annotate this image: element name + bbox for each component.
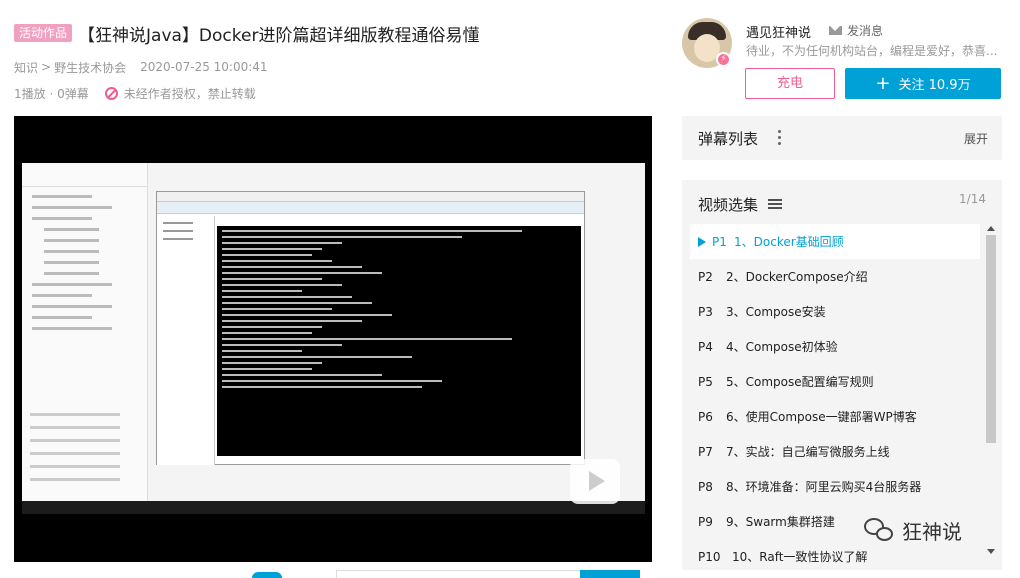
- episode-number: P3: [698, 304, 713, 319]
- up-name[interactable]: 遇见狂神说: [746, 22, 811, 41]
- no-repost-icon: [104, 86, 118, 100]
- danmaku-list-title: 弹幕列表: [698, 130, 759, 148]
- episode-item[interactable]: P3 3、Compose安装: [690, 294, 980, 329]
- episode-item[interactable]: P2 2、DockerCompose介绍: [690, 259, 980, 294]
- up-description: 待业，不为任何机构站台，编程是爱好，恭喜...: [746, 44, 998, 58]
- play-icon[interactable]: [570, 459, 620, 504]
- episode-title: 7、实战：自己编写微服务上线: [726, 445, 890, 459]
- wechat-watermark: 狂神说: [864, 516, 962, 545]
- frame-terminal: [217, 226, 581, 456]
- send-message-link[interactable]: 发消息: [829, 22, 883, 39]
- episode-title: 6、使用Compose一键部署WP博客: [726, 410, 917, 424]
- video-frame: ​​: [22, 163, 645, 514]
- episode-item[interactable]: P1 1、Docker基础回顾: [690, 224, 980, 259]
- breadcrumb-subcategory[interactable]: 野生技术协会: [54, 59, 126, 76]
- watermark-text: 狂神说: [902, 520, 962, 544]
- mail-icon: [829, 26, 842, 35]
- episode-title: 9、Swarm集群搭建: [726, 515, 835, 529]
- publish-date: 2020-07-25 10:00:41: [140, 60, 268, 74]
- episode-title: 3、Compose安装: [726, 305, 826, 319]
- follow-button[interactable]: + 关注 10.9万: [845, 68, 1001, 99]
- more-icon[interactable]: [778, 130, 781, 145]
- episode-title: 1、Docker基础回顾: [734, 235, 844, 249]
- episode-item[interactable]: P4 4、Compose初体验: [690, 329, 980, 364]
- episode-item[interactable]: P5 5、Compose配置编写规则: [690, 364, 980, 399]
- episode-title: 4、Compose初体验: [726, 340, 838, 354]
- episode-item[interactable]: P7 7、实战：自己编写微服务上线: [690, 434, 980, 469]
- episode-number: P7: [698, 444, 713, 459]
- episode-item[interactable]: P8 8、环境准备：阿里云购买4台服务器: [690, 469, 980, 504]
- episode-number: P2: [698, 269, 713, 284]
- copyright-notice: 未经作者授权，禁止转载: [104, 85, 256, 102]
- episode-number: P10: [698, 549, 721, 564]
- breadcrumb-category[interactable]: 知识: [14, 59, 38, 76]
- episode-title: 2、DockerCompose介绍: [726, 270, 868, 284]
- copyright-text: 未经作者授权，禁止转载: [123, 86, 256, 101]
- list-icon[interactable]: [768, 199, 783, 210]
- plus-icon: +: [875, 72, 891, 94]
- scroll-up-arrow-icon[interactable]: [987, 226, 995, 231]
- video-title-row: 活动作品 【狂神说Java】Docker进阶篇超详细版教程通俗易懂: [14, 20, 654, 46]
- wechat-icon: [864, 517, 894, 544]
- activity-badge[interactable]: 活动作品: [14, 24, 73, 42]
- video-player[interactable]: ​​: [14, 116, 652, 562]
- frame-taskbar: [22, 501, 645, 514]
- episode-number: P9: [698, 514, 713, 529]
- episode-item[interactable]: P6 6、使用Compose一键部署WP博客: [690, 399, 980, 434]
- episode-title: 5、Compose配置编写规则: [726, 375, 874, 389]
- playing-icon: [698, 236, 706, 247]
- danmaku-list-header[interactable]: 弹幕列表 展开: [682, 116, 1002, 160]
- video-meta: 知识 > 野生技术协会 2020-07-25 10:00:41: [14, 58, 268, 76]
- episode-page-indicator: 1/14: [959, 192, 986, 206]
- frame-doc-tabs: ​​: [22, 163, 147, 187]
- episode-number: P8: [698, 479, 713, 494]
- frame-chat: [22, 403, 148, 481]
- scroll-down-arrow-icon[interactable]: [987, 549, 995, 554]
- frame-remote-window: [156, 191, 585, 465]
- follow-label: 关注 10.9万: [898, 78, 971, 93]
- action-button-partial[interactable]: [252, 572, 282, 578]
- charge-button[interactable]: 充电: [745, 68, 835, 99]
- breadcrumb-separator: >: [41, 60, 52, 74]
- verified-icon: ⚡: [716, 52, 731, 67]
- send-danmaku-button-partial[interactable]: [580, 570, 640, 578]
- scroll-thumb[interactable]: [986, 235, 996, 443]
- danmaku-expand-button[interactable]: 展开: [964, 130, 988, 147]
- episode-number: P4: [698, 339, 713, 354]
- episode-title: 8、环境准备：阿里云购买4台服务器: [726, 480, 922, 494]
- episode-number: P1: [712, 234, 727, 249]
- video-title: 【狂神说Java】Docker进阶篇超详细版教程通俗易懂: [78, 25, 480, 46]
- episode-number: P5: [698, 374, 713, 389]
- frame-doc-sidebar: ​​: [22, 163, 148, 501]
- episode-scrollbar[interactable]: [986, 224, 996, 564]
- video-stats: 1播放 · 0弹幕 未经作者授权，禁止转载: [14, 84, 256, 102]
- send-message-label: 发消息: [847, 24, 884, 38]
- episode-list-panel: 视频选集 1/14 P1 1、Docker基础回顾 P2 2、DockerCom…: [682, 180, 1002, 570]
- episode-title: 10、Raft一致性协议了解: [732, 550, 868, 564]
- play-danmaku-count: 1播放 · 0弹幕: [14, 86, 89, 101]
- episode-list-header: 视频选集: [698, 194, 783, 215]
- episode-list-title: 视频选集: [698, 196, 759, 214]
- episode-number: P6: [698, 409, 713, 424]
